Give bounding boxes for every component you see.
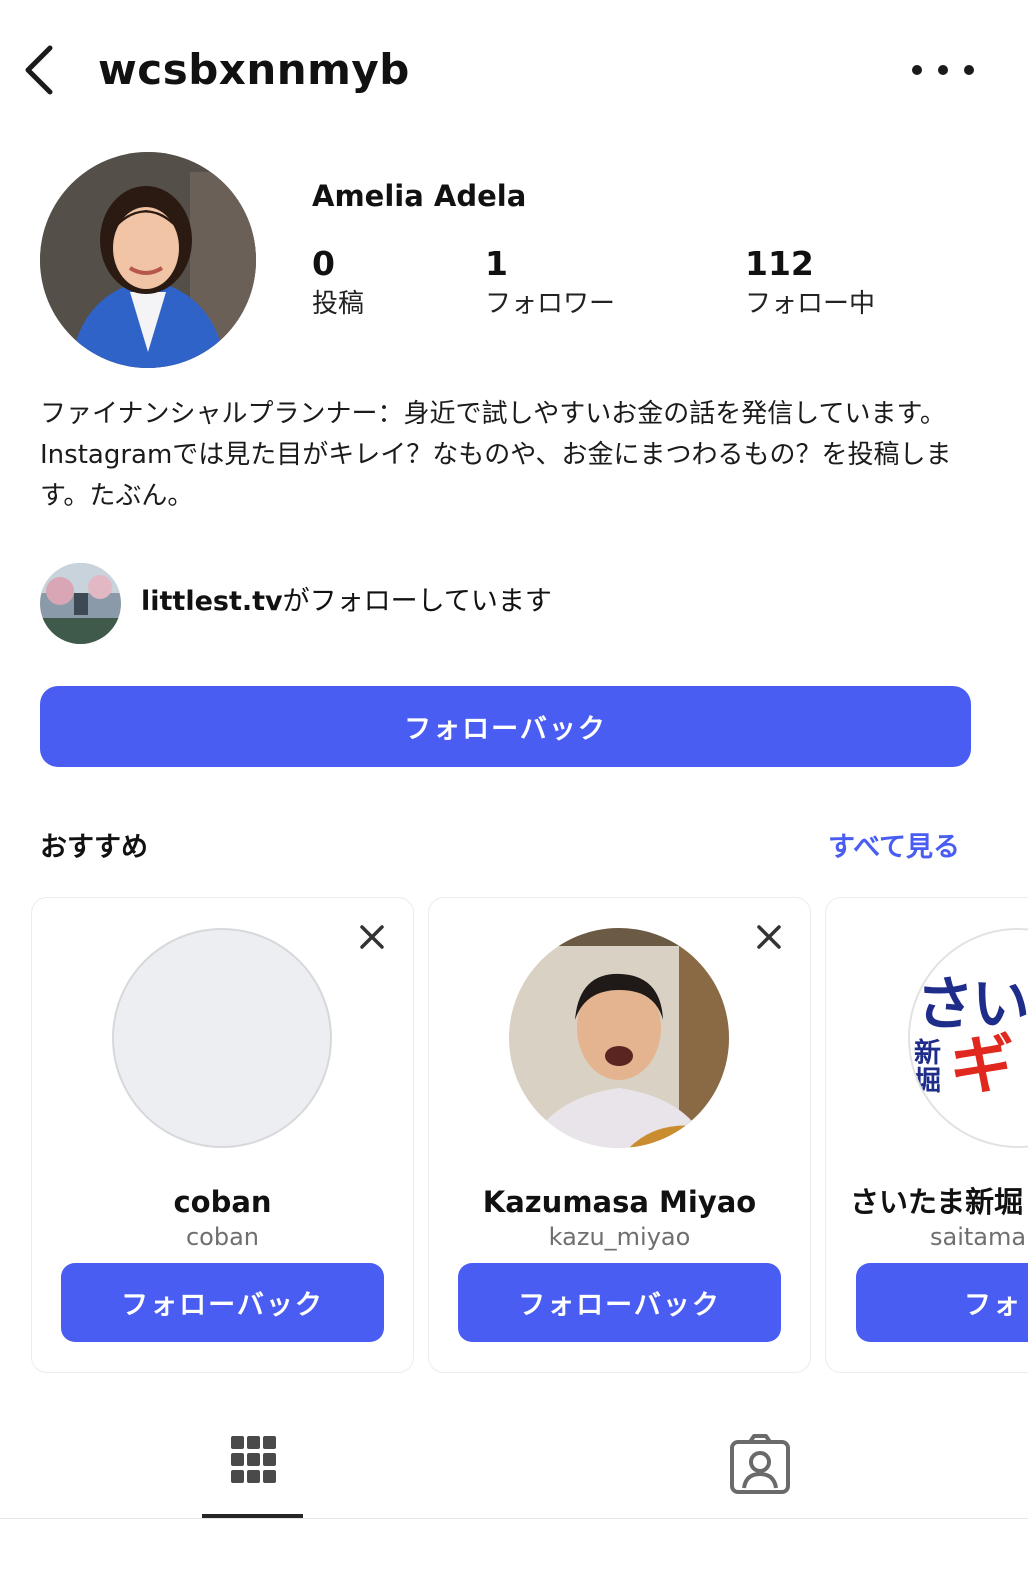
follow-back-button[interactable]: フォ — [856, 1263, 1028, 1342]
tab-divider — [0, 1518, 1028, 1519]
suggestion-card: Kazumasa Miyao kazu_miyao フォローバック — [428, 897, 811, 1373]
suggestion-handle: kazu_miyao — [548, 1223, 691, 1251]
close-icon[interactable] — [754, 922, 784, 952]
profile-username: wcsbxnnmyb — [98, 45, 410, 94]
follow-back-button[interactable]: フォローバック — [61, 1263, 384, 1342]
avatar-logo-text: ギ — [950, 1029, 1014, 1103]
grid-icon — [231, 1436, 276, 1483]
following-count-label: フォロー中 — [745, 289, 876, 319]
suggestion-avatar[interactable] — [112, 928, 332, 1148]
close-icon[interactable] — [357, 922, 387, 952]
suggestion-card: coban coban フォローバック — [31, 897, 414, 1373]
posts-count[interactable]: 0 投稿 — [312, 242, 364, 322]
suggestion-name: coban — [173, 1185, 272, 1219]
following-count[interactable]: 112 フォロー中 — [745, 242, 875, 322]
tab-posts-grid[interactable] — [202, 1418, 303, 1518]
tab-tagged[interactable] — [720, 1428, 800, 1508]
more-options-icon[interactable] — [912, 52, 974, 88]
followers-count[interactable]: 1 フォロワー — [485, 242, 615, 322]
suggestion-name: Kazumasa Miyao — [482, 1185, 757, 1219]
follow-back-button[interactable]: フォローバック — [458, 1263, 781, 1342]
back-chevron-icon[interactable] — [18, 42, 66, 98]
suggestions-title: おすすめ — [40, 832, 148, 863]
see-all-link[interactable]: すべて見る — [828, 828, 960, 868]
mutual-follower-avatar[interactable] — [40, 563, 121, 644]
suggestion-avatar[interactable]: さい 新堀 ギ — [908, 928, 1028, 1148]
profile-avatar[interactable] — [40, 152, 256, 368]
followers-count-value: 1 — [485, 244, 508, 283]
following-count-value: 112 — [745, 244, 814, 283]
mutual-follow-text[interactable]: littlest.tvがフォローしています — [141, 582, 552, 622]
follow-back-button[interactable]: フォローバック — [40, 686, 971, 767]
mutual-account-name[interactable]: littlest.tv — [141, 586, 283, 617]
suggestion-handle: coban — [185, 1223, 260, 1251]
profile-bio: ファイナンシャルプランナー：身近で試しやすいお金の話を発信しています。Insta… — [40, 399, 952, 511]
followers-count-label: フォロワー — [485, 289, 616, 319]
suggestion-handle: saitama — [930, 1223, 1027, 1251]
suggestion-avatar[interactable] — [509, 928, 729, 1148]
tagged-person-icon — [730, 1434, 790, 1494]
posts-count-value: 0 — [312, 244, 335, 283]
suggestion-name: さいたま新堀 — [850, 1185, 1024, 1219]
display-name: Amelia Adela — [312, 179, 527, 213]
avatar-logo-text: 新堀 — [914, 1038, 941, 1097]
mutual-follow-caption: がフォローしています — [282, 586, 552, 617]
posts-count-label: 投稿 — [312, 289, 365, 319]
suggestion-card: さい 新堀 ギ さいたま新堀 saitama フォ — [825, 897, 1028, 1373]
avatar-logo-text: さい — [916, 970, 1028, 1038]
